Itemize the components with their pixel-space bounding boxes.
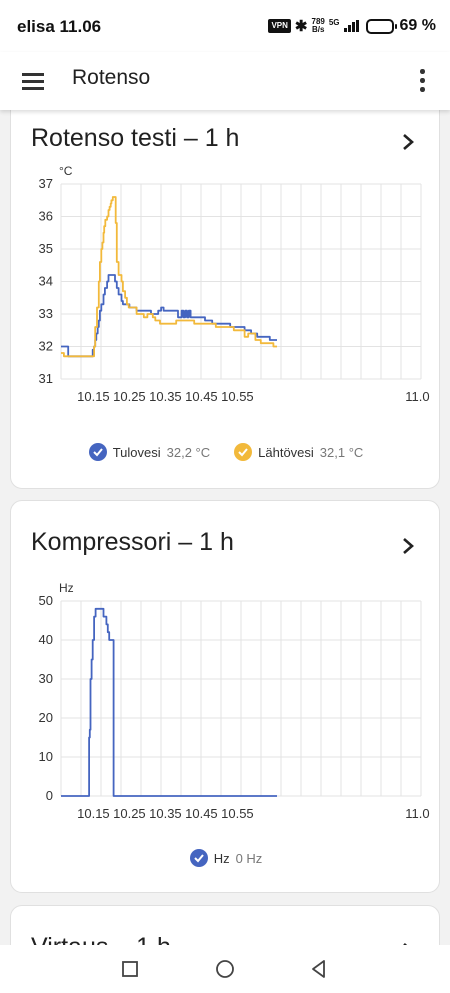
chevron-right-icon[interactable]	[401, 132, 415, 152]
recent-apps-icon[interactable]	[118, 957, 142, 981]
y-tick-label: 50	[39, 593, 53, 608]
legend-value: 32,1 °C	[319, 444, 364, 460]
bluetooth-icon: ✱	[294, 18, 308, 35]
compressor-card: Kompressori – 1 h 0 10 20 30 40 50 Hz 10.15 10.2…	[10, 500, 440, 893]
app-bar: Rotenso	[0, 52, 450, 110]
dashboard-content: Rotenso testi – 1 h 31 32 33 34 35 36 37 °C 10.1…	[0, 110, 450, 945]
legend-item-lahtovesi[interactable]: Lähtövesi 32,1 °C	[234, 443, 363, 461]
legend-name: Tulovesi	[112, 444, 161, 460]
series-line-tulovesi	[61, 274, 277, 358]
x-tick-label: 10.45	[185, 806, 218, 821]
x-tick-label: 10.55	[221, 389, 254, 404]
net-speed: 789 B/s	[312, 18, 325, 34]
y-tick-label: 0	[46, 788, 53, 803]
y-tick-label: 34	[39, 274, 53, 289]
home-icon[interactable]	[213, 957, 237, 981]
y-axis-unit: °C	[59, 164, 73, 178]
legend-item-hz[interactable]: Hz 0 Hz	[189, 849, 263, 867]
check-icon	[234, 443, 253, 461]
signal-icon	[343, 20, 359, 32]
network-type: 5G	[328, 17, 340, 27]
legend-value: 0 Hz	[235, 850, 263, 866]
temperature-legend: Tulovesi 32,2 °C Lähtövesi 32,1 °C	[11, 443, 441, 461]
more-options-icon[interactable]	[416, 66, 428, 96]
legend-name: Lähtövesi	[258, 444, 314, 460]
check-icon	[88, 443, 107, 461]
x-tick-label: 10.25	[113, 806, 146, 821]
y-tick-label: 33	[39, 306, 53, 321]
legend-name: Hz	[213, 850, 230, 866]
y-tick-label: 40	[39, 632, 53, 647]
y-tick-label: 32	[39, 339, 53, 354]
x-tick-label: 10.55	[221, 806, 254, 821]
status-bar: elisa 11.06 VPN ✱ 789 B/s 5G 69 %	[0, 0, 450, 52]
y-tick-label: 10	[39, 749, 53, 764]
y-tick-label: 36	[39, 209, 53, 224]
y-tick-label: 30	[39, 671, 53, 686]
y-tick-label: 31	[39, 371, 53, 386]
chevron-right-icon[interactable]	[401, 536, 415, 556]
temperature-card: Rotenso testi – 1 h 31 32 33 34 35 36 37 °C 10.1…	[10, 110, 440, 489]
temperature-chart: 31 32 33 34 35 36 37 °C 10.15 10.25 10.35 10.45 10.5…	[39, 164, 430, 404]
compressor-legend: Hz 0 Hz	[11, 849, 441, 867]
card-title[interactable]: Kompressori – 1 h	[31, 528, 234, 557]
menu-icon[interactable]	[22, 69, 46, 93]
series-line-lähtövesi	[61, 196, 277, 358]
x-tick-label: 10.15	[77, 806, 110, 821]
app-title: Rotenso	[72, 66, 151, 89]
battery-icon	[365, 18, 397, 34]
battery-text: 69 %	[399, 17, 436, 34]
x-tick-label: 10.35	[149, 389, 182, 404]
check-icon	[189, 849, 208, 867]
system-nav-bar	[0, 945, 450, 993]
compressor-chart: 0 10 20 30 40 50 Hz 10.15 10.25 10.35 10.45 10.55 11…	[39, 581, 430, 821]
y-tick-label: 37	[39, 176, 53, 191]
y-tick-label: 20	[39, 710, 53, 725]
x-tick-label: 10.45	[185, 389, 218, 404]
card-title[interactable]: Rotenso testi – 1 h	[31, 124, 239, 153]
legend-item-tulovesi[interactable]: Tulovesi 32,2 °C	[88, 443, 211, 461]
carrier-time: elisa 11.06	[17, 17, 102, 36]
legend-value: 32,2 °C	[166, 444, 211, 460]
vpn-icon: VPN	[268, 19, 291, 33]
x-tick-label: 10.25	[113, 389, 146, 404]
back-icon[interactable]	[307, 957, 331, 981]
x-tick-label: 10.15	[77, 389, 110, 404]
series-line-hz	[61, 607, 277, 797]
x-tick-label: 11.0	[405, 389, 429, 404]
x-tick-label: 10.35	[149, 806, 182, 821]
y-tick-label: 35	[39, 241, 53, 256]
net-speed-unit: B/s	[311, 25, 325, 34]
flow-card: Virtaus – 1 h	[10, 905, 440, 945]
status-icons: VPN ✱ 789 B/s 5G 69 %	[268, 15, 436, 37]
x-tick-label: 11.0	[405, 806, 429, 821]
card-title[interactable]: Virtaus – 1 h	[31, 933, 171, 945]
y-axis-unit: Hz	[59, 581, 74, 595]
